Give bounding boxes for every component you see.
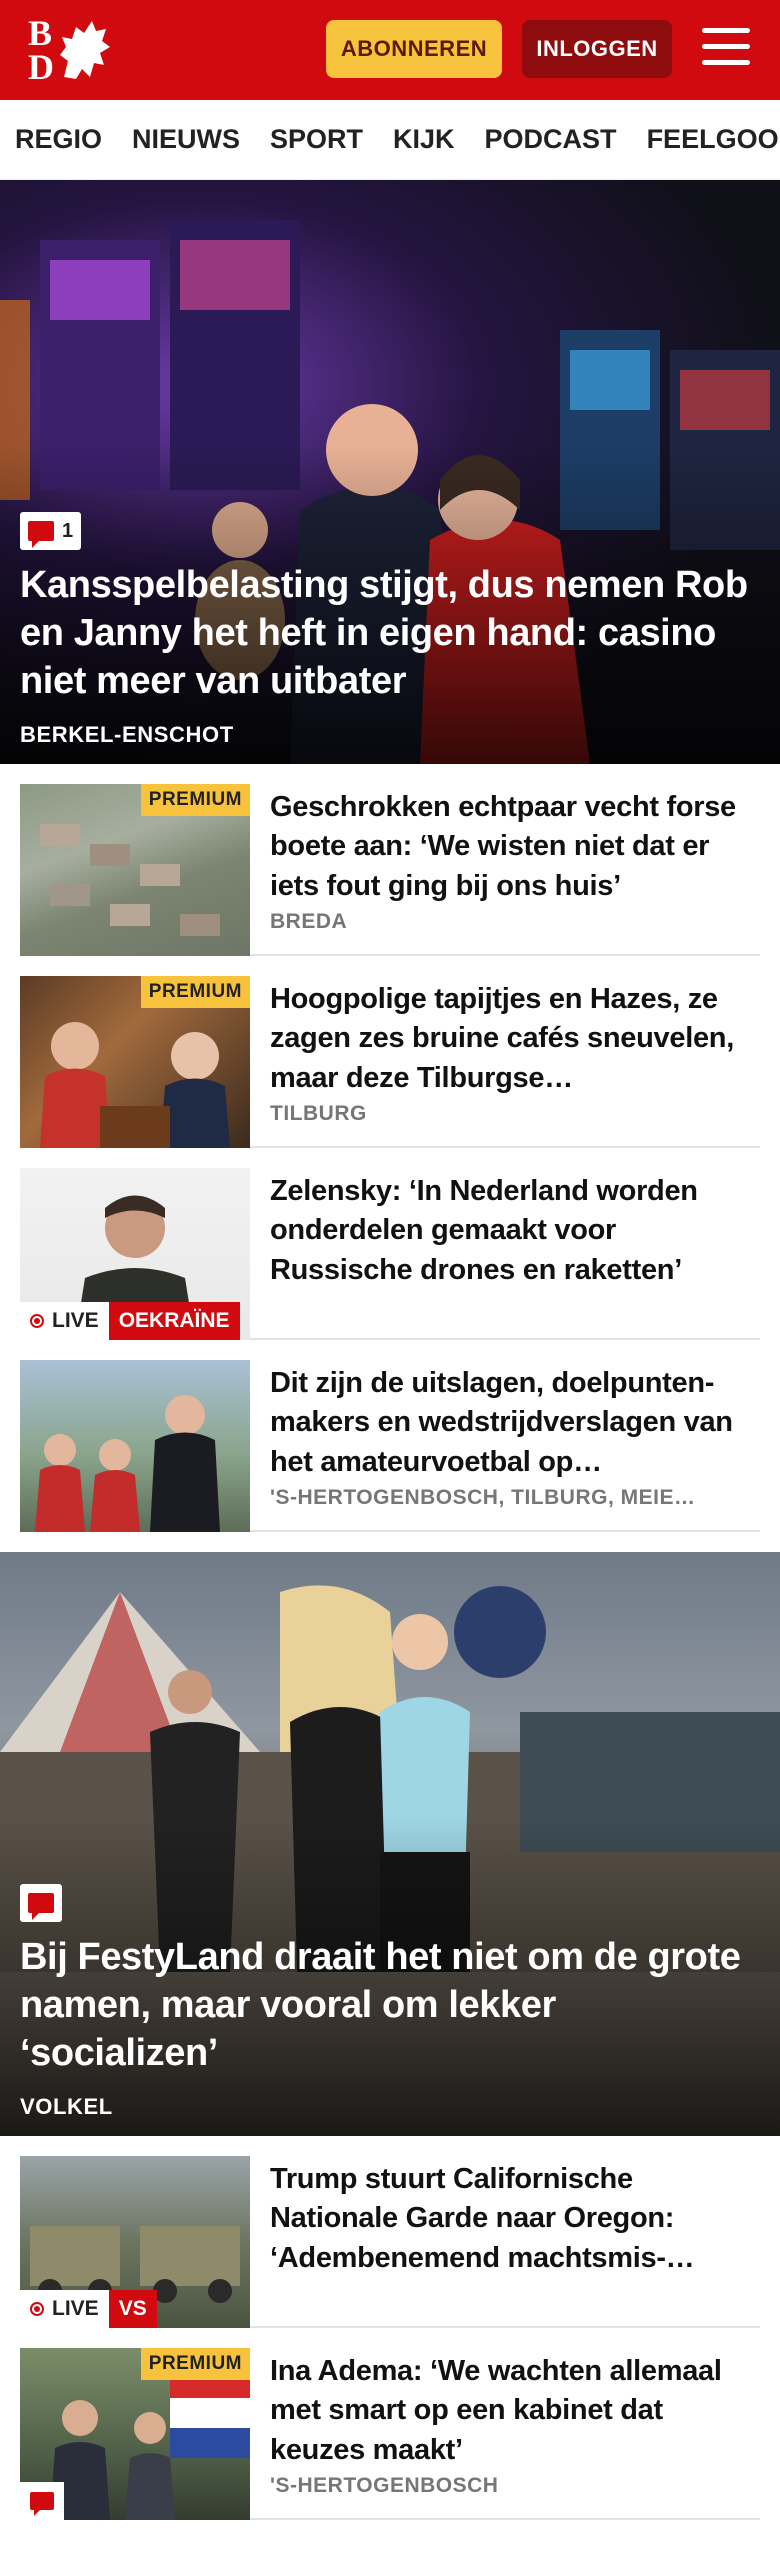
list-item[interactable]: PREMIUM Geschrokken echtpaar vecht forse… — [20, 784, 760, 956]
hero-article-casino[interactable]: 1 Kansspelbelasting stijgt, dus nemen Ro… — [0, 180, 780, 764]
article-title[interactable]: Dit zijn de uitslagen, doelpunten­makers… — [270, 1364, 760, 1482]
comment-badge[interactable] — [20, 2482, 64, 2520]
article-thumbnail[interactable]: LIVE OEKRAÏNE — [20, 1168, 250, 1340]
live-text: LIVE — [52, 2297, 99, 2320]
live-label: LIVE OEKRAÏNE — [20, 1302, 240, 1340]
comment-count: 1 — [62, 519, 74, 542]
nav-item-regio[interactable]: REGIO — [15, 124, 102, 155]
page: B D ABONNEREN INLOGGEN REGIO NIEUWS SPOR… — [0, 0, 780, 2560]
live-dot-icon — [30, 2302, 44, 2316]
menu-icon[interactable] — [702, 28, 750, 70]
article-thumbnail[interactable] — [20, 1360, 250, 1532]
hero-location: BERKEL-ENSCHOT — [20, 722, 234, 747]
comment-badge[interactable] — [20, 1884, 62, 1923]
nav-item-nieuws[interactable]: NIEUWS — [132, 124, 240, 155]
hero-location: VOLKEL — [20, 2094, 113, 2119]
list-item[interactable]: Dit zijn de uitslagen, doelpunten­makers… — [20, 1360, 760, 1532]
article-location: 'S-HERTOGENBOSCH, TILBURG, MEIE… — [270, 1486, 696, 1510]
article-title[interactable]: Trump stuurt Californische Nationale Gar… — [270, 2160, 760, 2278]
comment-icon — [28, 1893, 54, 1921]
article-thumbnail[interactable]: PREMIUM — [20, 2348, 250, 2520]
article-location: BREDA — [270, 910, 348, 934]
list-item[interactable]: LIVE OEKRAÏNE Zelensky: ‘In Nederland wo… — [20, 1168, 760, 1340]
hero-headline[interactable]: Kansspelbelasting stijgt, dus nemen Rob … — [20, 562, 750, 706]
nav-item-podcast[interactable]: PODCAST — [485, 124, 617, 155]
list-item[interactable]: PREMIUM Ina Adema: ‘We wachten allemaal … — [20, 2348, 760, 2520]
article-title[interactable]: Ina Adema: ‘We wachten allemaal met smar… — [270, 2352, 760, 2470]
football-photo — [35, 1395, 220, 1532]
article-location: TILBURG — [270, 1102, 367, 1126]
bd-logo[interactable]: B D — [28, 15, 114, 85]
premium-badge: PREMIUM — [140, 784, 250, 816]
list-item[interactable]: PREMIUM Hoogpolige tapijtjes en Hazes, z… — [20, 976, 760, 1148]
hero-text: 1 Kansspelbelasting stijgt, dus nemen Ro… — [20, 512, 750, 748]
live-text: LIVE — [52, 1309, 99, 1332]
article-thumbnail[interactable]: PREMIUM — [20, 976, 250, 1148]
login-button[interactable]: INLOGGEN — [522, 20, 672, 78]
topic-tag: VS — [108, 2290, 157, 2328]
hero-headline[interactable]: Bij FestyLand draait het niet om de grot… — [20, 1934, 750, 2078]
subscribe-button[interactable]: ABONNEREN — [326, 20, 502, 78]
article-location: 'S-HERTOGENBOSCH — [270, 2474, 499, 2498]
logo-letter-b: B — [28, 13, 53, 53]
live-label: LIVE VS — [20, 2290, 157, 2328]
topic-tag: OEKRAÏNE — [108, 1302, 240, 1340]
list-item[interactable]: LIVE VS Trump stuurt Californische Natio… — [20, 2156, 760, 2328]
hero-text: Bij FestyLand draait het niet om de grot… — [20, 1884, 750, 2120]
live-dot-icon — [30, 1314, 44, 1328]
article-list-2: LIVE VS Trump stuurt Californische Natio… — [0, 2136, 780, 2520]
article-thumbnail[interactable]: LIVE VS — [20, 2156, 250, 2328]
article-title[interactable]: Zelensky: ‘In Nederland worden onderdele… — [270, 1172, 760, 1290]
article-thumbnail[interactable]: PREMIUM — [20, 784, 250, 956]
lion-icon — [60, 21, 110, 79]
comment-count-badge[interactable]: 1 — [20, 512, 82, 551]
comment-icon — [30, 2492, 54, 2516]
section-nav: REGIO NIEUWS SPORT KIJK PODCAST FEELGOOD — [0, 100, 780, 180]
article-list-1: PREMIUM Geschrokken echtpaar vecht forse… — [0, 764, 780, 1532]
logo-letter-d: D — [28, 47, 54, 87]
premium-badge: PREMIUM — [140, 976, 250, 1008]
nav-item-kijk[interactable]: KIJK — [393, 124, 455, 155]
hero-article-festyland[interactable]: Bij FestyLand draait het niet om de grot… — [0, 1552, 780, 2136]
article-title[interactable]: Geschrokken echtpaar vecht forse boete a… — [270, 788, 760, 906]
top-bar: B D ABONNEREN INLOGGEN — [0, 0, 780, 100]
comment-icon — [28, 521, 54, 549]
nav-item-sport[interactable]: SPORT — [270, 124, 363, 155]
nav-item-feelgood[interactable]: FEELGOOD — [647, 124, 780, 155]
premium-badge: PREMIUM — [140, 2348, 250, 2380]
article-title[interactable]: Hoogpolige tapijtjes en Hazes, ze zagen … — [270, 980, 760, 1098]
